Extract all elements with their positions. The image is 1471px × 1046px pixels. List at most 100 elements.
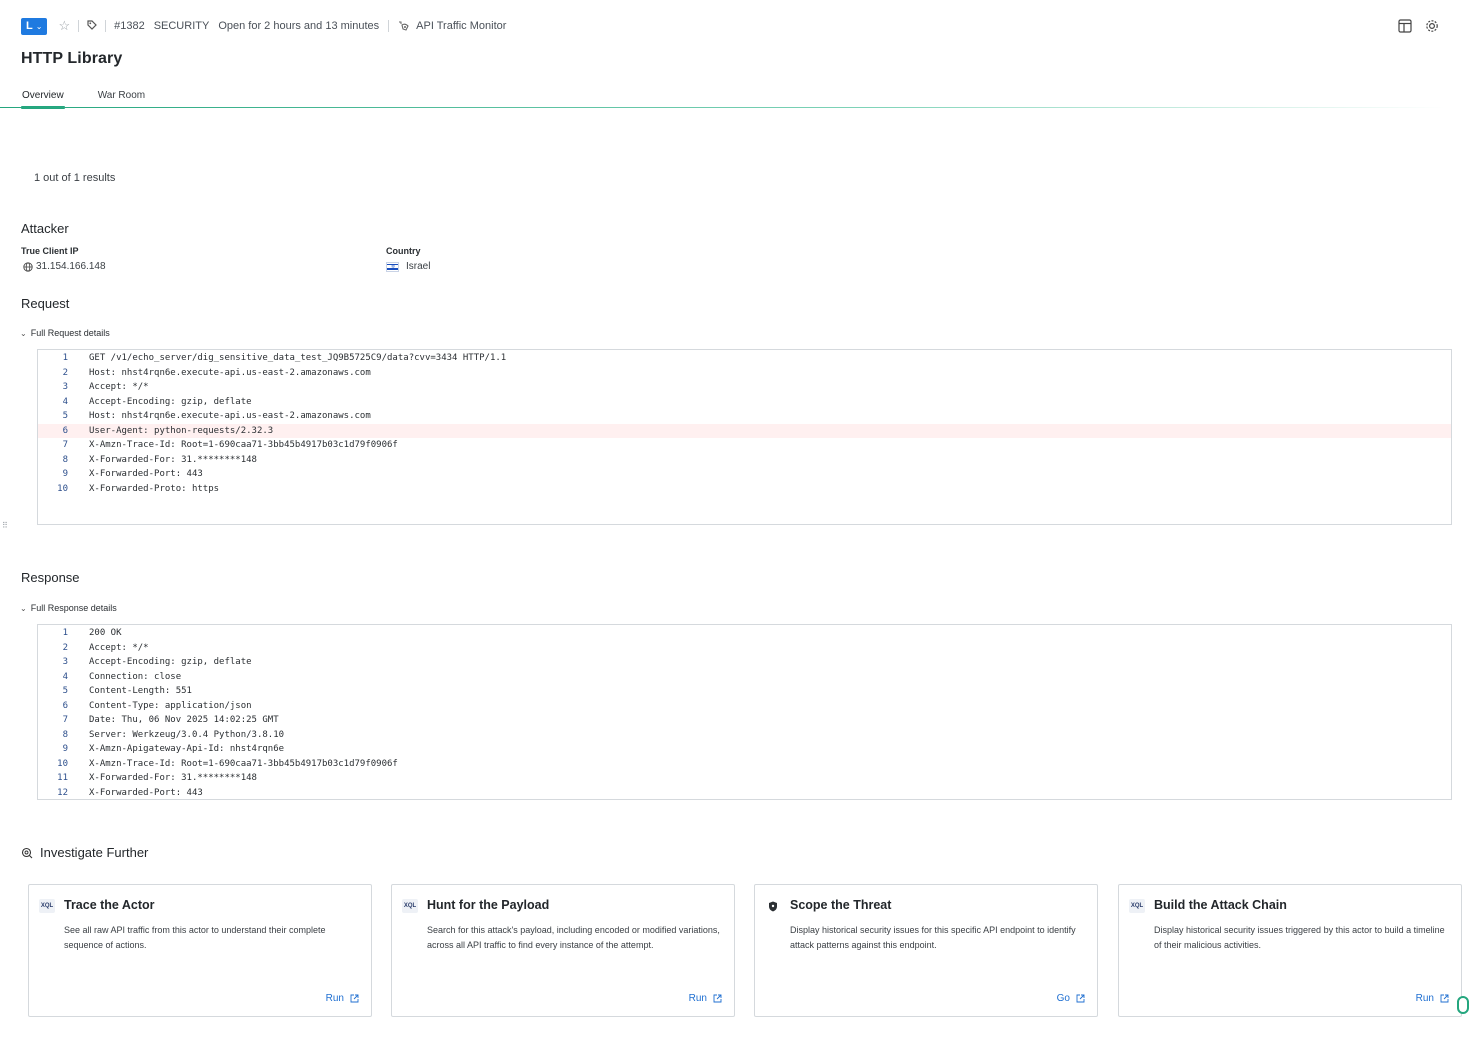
code-text: X-Forwarded-Proto: https <box>89 483 220 494</box>
card-build-the-attack-chain: XQL Build the Attack Chain Display histo… <box>1118 884 1469 1017</box>
investigate-title: Investigate Further <box>40 845 149 860</box>
full-request-label: Full Request details <box>30 328 110 338</box>
layout-icon[interactable] <box>1398 19 1412 33</box>
code-line: 5 Host: nhst4rqn6e.execute-api.us-east-2.… <box>38 409 1451 424</box>
card-title: Build the Attack Chain <box>1154 898 1287 912</box>
line-number: 1 <box>62 353 68 364</box>
code-line: 12 X-Forwarded-Port: 443 <box>38 786 1451 801</box>
code-text: Content-Type: application/json <box>89 700 252 711</box>
request-title: Request <box>21 296 70 311</box>
country-label: Country <box>386 246 421 256</box>
run-button[interactable]: Run <box>689 993 722 1004</box>
api-monitor-icon <box>397 19 411 33</box>
code-text: Accept: */* <box>89 382 149 393</box>
code-text: Accept: */* <box>89 642 149 653</box>
line-number: 11 <box>57 773 68 784</box>
response-title: Response <box>21 570 80 585</box>
external-link-icon <box>1440 994 1449 1003</box>
country-text: Israel <box>406 261 431 272</box>
chat-bubble-icon[interactable] <box>1457 996 1469 1014</box>
star-icon[interactable]: ☆ <box>58 18 70 34</box>
line-number: 7 <box>62 715 68 726</box>
run-button[interactable]: Run <box>326 993 359 1004</box>
action-label: Go <box>1056 993 1070 1004</box>
code-line: 4 Accept-Encoding: gzip, deflate <box>38 395 1451 410</box>
tab-overview[interactable]: Overview <box>21 90 65 109</box>
chevron-down-icon: ⌄ <box>20 328 27 338</box>
code-text: Accept-Encoding: gzip, deflate <box>89 657 252 668</box>
code-text: Date: Thu, 06 Nov 2025 14:02:25 GMT <box>89 715 279 726</box>
code-line: 7 X-Amzn-Trace-Id: Root=1-690caa71-3bb45b… <box>38 438 1451 453</box>
code-text: Host: nhst4rqn6e.execute-api.us-east-2.a… <box>89 367 371 378</box>
card-description: Display historical security issues for t… <box>790 925 1076 950</box>
code-text: X-Amzn-Trace-Id: Root=1-690caa71-3bb45b4… <box>89 758 398 769</box>
code-text: Content-Length: 551 <box>89 686 192 697</box>
code-line: 6 User-Agent: python-requests/2.32.3 <box>38 423 1451 438</box>
response-code-viewer[interactable]: 1 200 OK 2 Accept: */* 3 Accept-Encoding: gzi… <box>37 624 1452 800</box>
code-text: 200 OK <box>89 628 122 639</box>
case-category: SECURITY <box>153 20 210 32</box>
code-line: 1 GET /v1/echo_server/dig_sensitive_data_… <box>38 351 1451 366</box>
tab-war-room[interactable]: War Room <box>97 90 146 107</box>
card-trace-the-actor: XQL Trace the Actor See all raw API traf… <box>28 884 372 1017</box>
code-text: Connection: close <box>89 671 182 682</box>
full-response-toggle[interactable]: ⌄ Full Response details <box>20 603 117 613</box>
owner-initial: L <box>26 20 33 32</box>
line-number: 2 <box>62 367 68 378</box>
card-scope-the-threat: Scope the Threat Display historical secu… <box>754 884 1098 1017</box>
code-line: 7 Date: Thu, 06 Nov 2025 14:02:25 GMT <box>38 713 1451 728</box>
code-text: Accept-Encoding: gzip, deflate <box>89 396 252 407</box>
line-number: 7 <box>62 440 68 451</box>
line-number: 3 <box>62 657 68 668</box>
line-number: 12 <box>57 787 68 798</box>
line-number: 3 <box>62 382 68 393</box>
code-line: 6 Content-Type: application/json <box>38 699 1451 714</box>
source-name: API Traffic Monitor <box>416 20 507 32</box>
case-id: #1382 <box>114 20 145 32</box>
go-button[interactable]: Go <box>1057 993 1085 1004</box>
results-count: 1 out of 1 results <box>34 172 116 184</box>
request-code-viewer[interactable]: 1 GET /v1/echo_server/dig_sensitive_data_… <box>37 349 1452 525</box>
code-line: 3 Accept: */* <box>38 380 1451 395</box>
action-label: Run <box>325 993 344 1004</box>
line-number: 2 <box>62 642 68 653</box>
owner-dropdown-button[interactable]: L ⌄ <box>21 17 48 35</box>
ip-text: 31.154.166.148 <box>36 261 106 272</box>
code-text: X-Forwarded-For: 31.********148 <box>89 773 257 784</box>
card-title: Trace the Actor <box>64 898 155 912</box>
code-line: 10 X-Forwarded-Proto: https <box>38 482 1451 497</box>
divider <box>388 20 390 32</box>
line-number: 9 <box>62 744 68 755</box>
tag-icon[interactable] <box>87 19 97 33</box>
line-number: 4 <box>62 396 68 407</box>
case-header-bar: L ⌄ ☆ #1382 SECURITY Open for 2 hours an… <box>21 16 506 36</box>
chevron-down-icon: ⌄ <box>20 603 27 613</box>
page-title: HTTP Library <box>21 50 123 67</box>
code-line: 10 X-Amzn-Trace-Id: Root=1-690caa71-3bb45… <box>38 757 1451 772</box>
code-line: 2 Accept: */* <box>38 641 1451 656</box>
code-line: 5 Content-Length: 551 <box>38 684 1451 699</box>
card-hunt-for-the-payload: XQL Hunt for the Payload Search for this… <box>391 884 735 1017</box>
line-number: 5 <box>62 411 68 422</box>
external-link-icon <box>350 994 359 1003</box>
xql-badge-icon: XQL <box>39 899 55 913</box>
code-text: X-Forwarded-For: 31.********148 <box>89 454 257 465</box>
run-button[interactable]: Run <box>1416 993 1449 1004</box>
line-number: 4 <box>62 671 68 682</box>
code-text: X-Amzn-Trace-Id: Root=1-690caa71-3bb45b4… <box>89 440 398 451</box>
investigate-further-header: Investigate Further <box>21 845 148 860</box>
drag-handle-icon[interactable]: ⠿ <box>2 522 8 530</box>
true-client-ip-value: 31.154.166.148 <box>23 261 106 272</box>
header-actions <box>1398 19 1439 33</box>
divider <box>105 20 107 32</box>
globe-icon <box>23 261 33 272</box>
code-line: 8 X-Forwarded-For: 31.********148 <box>38 453 1451 468</box>
tab-underline <box>0 107 1445 108</box>
line-number: 6 <box>62 700 68 711</box>
code-line: 9 X-Forwarded-Port: 443 <box>38 467 1451 482</box>
xql-badge-icon: XQL <box>1129 899 1145 913</box>
full-request-toggle[interactable]: ⌄ Full Request details <box>20 328 110 338</box>
card-title: Scope the Threat <box>790 898 892 912</box>
settings-icon[interactable] <box>1425 19 1439 33</box>
line-number: 5 <box>62 686 68 697</box>
